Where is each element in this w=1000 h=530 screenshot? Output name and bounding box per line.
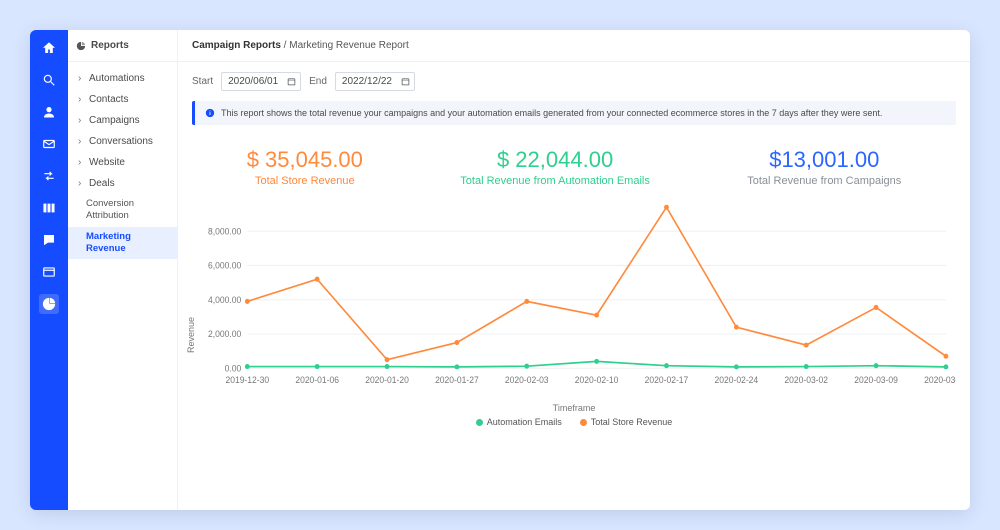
- sidebar-item-label: Conversion Attribution: [86, 198, 167, 223]
- chevron-right-icon: ›: [78, 156, 85, 169]
- chart: Revenue 0.002,000.004,000.006,000.008,00…: [192, 195, 956, 510]
- metric-campaigns-value: $13,001.00: [747, 147, 901, 173]
- start-date-value: 2020/06/01: [228, 76, 278, 87]
- website-icon[interactable]: [39, 262, 59, 282]
- svg-text:2020-03-09: 2020-03-09: [854, 375, 898, 385]
- sidebar-item-website[interactable]: › Website: [68, 152, 177, 173]
- svg-text:2019-12-30: 2019-12-30: [225, 375, 269, 385]
- sidebar-item-deals[interactable]: › Deals: [68, 173, 177, 194]
- svg-text:4,000.00: 4,000.00: [208, 295, 241, 305]
- svg-text:2020-02-03: 2020-02-03: [505, 375, 549, 385]
- sidebar-item-marketing-revenue[interactable]: Marketing Revenue: [68, 227, 177, 260]
- x-axis-label: Timeframe: [192, 403, 956, 413]
- dot-icon: [580, 419, 587, 426]
- deals-icon[interactable]: [39, 198, 59, 218]
- end-label: End: [309, 76, 327, 87]
- metric-automation-value: $ 22,044.00: [460, 147, 650, 173]
- date-range-controls: Start 2020/06/01 End 2022/12/22: [178, 62, 970, 101]
- chevron-right-icon: ›: [78, 114, 85, 127]
- nav-rail: [30, 30, 68, 510]
- chevron-right-icon: ›: [78, 135, 85, 148]
- chevron-right-icon: ›: [78, 93, 85, 106]
- pie-icon: [76, 41, 86, 51]
- info-icon: [205, 108, 215, 118]
- svg-text:2,000.00: 2,000.00: [208, 329, 241, 339]
- breadcrumb: Campaign Reports / Marketing Revenue Rep…: [178, 30, 970, 62]
- sidebar-item-automations[interactable]: › Automations: [68, 68, 177, 89]
- sidebar-item-label: Website: [89, 156, 125, 169]
- svg-text:2020-01-06: 2020-01-06: [295, 375, 339, 385]
- svg-text:0.00: 0.00: [225, 363, 242, 373]
- info-text: This report shows the total revenue your…: [221, 108, 882, 118]
- end-date-input[interactable]: 2022/12/22: [335, 72, 415, 91]
- svg-text:6,000.00: 6,000.00: [208, 260, 241, 270]
- legend-automation: Automation Emails: [476, 417, 562, 427]
- metric-automation: $ 22,044.00 Total Revenue from Automatio…: [460, 147, 650, 187]
- home-icon[interactable]: [39, 38, 59, 58]
- calendar-icon: [287, 77, 296, 86]
- reports-icon[interactable]: [39, 294, 59, 314]
- svg-text:2020-01-27: 2020-01-27: [435, 375, 479, 385]
- end-date-value: 2022/12/22: [342, 76, 392, 87]
- sidebar-item-label: Marketing Revenue: [86, 231, 167, 256]
- sidebar-item-campaigns[interactable]: › Campaigns: [68, 110, 177, 131]
- sidebar-item-label: Contacts: [89, 93, 128, 106]
- dot-icon: [476, 419, 483, 426]
- chevron-right-icon: ›: [78, 177, 85, 190]
- app-window: Reports ›Automations›Contacts›Campaigns›…: [30, 30, 970, 510]
- svg-text:2020-03-02: 2020-03-02: [784, 375, 828, 385]
- sidebar: Reports ›Automations›Contacts›Campaigns›…: [68, 30, 178, 510]
- sidebar-title: Reports: [91, 40, 129, 51]
- contacts-icon[interactable]: [39, 102, 59, 122]
- svg-text:2020-01-20: 2020-01-20: [365, 375, 409, 385]
- breadcrumb-page: Marketing Revenue Report: [289, 40, 409, 51]
- metric-automation-label: Total Revenue from Automation Emails: [460, 175, 650, 187]
- sidebar-item-conversion-attribution[interactable]: Conversion Attribution: [68, 194, 177, 227]
- metrics-row: $ 35,045.00 Total Store Revenue $ 22,044…: [178, 135, 970, 195]
- chat-icon[interactable]: [39, 230, 59, 250]
- legend: Automation Emails Total Store Revenue: [192, 413, 956, 433]
- main-pane: Campaign Reports / Marketing Revenue Rep…: [178, 30, 970, 510]
- calendar-icon: [401, 77, 410, 86]
- search-icon[interactable]: [39, 70, 59, 90]
- metric-campaigns-label: Total Revenue from Campaigns: [747, 175, 901, 187]
- chart-svg: 0.00 2,000.00 4,000.00 6,000.00 8,000.00 2019…: [192, 195, 956, 405]
- legend-store: Total Store Revenue: [580, 417, 673, 427]
- y-axis-label: Revenue: [186, 316, 196, 352]
- sidebar-item-label: Campaigns: [89, 114, 140, 127]
- chevron-right-icon: ›: [78, 72, 85, 85]
- sidebar-list: › Automations › Contacts › Campaigns › Conversa…: [68, 62, 177, 265]
- sidebar-item-conversations[interactable]: › Conversations: [68, 131, 177, 152]
- svg-text:2020-02-24: 2020-02-24: [715, 375, 759, 385]
- svg-text:2020-03-16: 2020-03-16: [924, 375, 956, 385]
- sidebar-item-label: Deals: [89, 177, 115, 190]
- metric-campaigns: $13,001.00 Total Revenue from Campaigns: [747, 147, 901, 187]
- breadcrumb-section: Campaign Reports: [192, 40, 281, 51]
- metric-store-value: $ 35,045.00: [247, 147, 363, 173]
- svg-text:8,000.00: 8,000.00: [208, 226, 241, 236]
- envelope-icon[interactable]: [39, 134, 59, 154]
- start-date-input[interactable]: 2020/06/01: [221, 72, 301, 91]
- start-label: Start: [192, 76, 213, 87]
- sidebar-item-label: Conversations: [89, 135, 153, 148]
- metric-store: $ 35,045.00 Total Store Revenue: [247, 147, 363, 187]
- svg-text:2020-02-10: 2020-02-10: [575, 375, 619, 385]
- info-banner: This report shows the total revenue your…: [192, 101, 956, 125]
- sidebar-header: Reports: [68, 30, 177, 62]
- sidebar-item-contacts[interactable]: › Contacts: [68, 89, 177, 110]
- svg-text:2020-02-17: 2020-02-17: [645, 375, 689, 385]
- metric-store-label: Total Store Revenue: [247, 175, 363, 187]
- automations-icon[interactable]: [39, 166, 59, 186]
- sidebar-item-label: Automations: [89, 72, 145, 85]
